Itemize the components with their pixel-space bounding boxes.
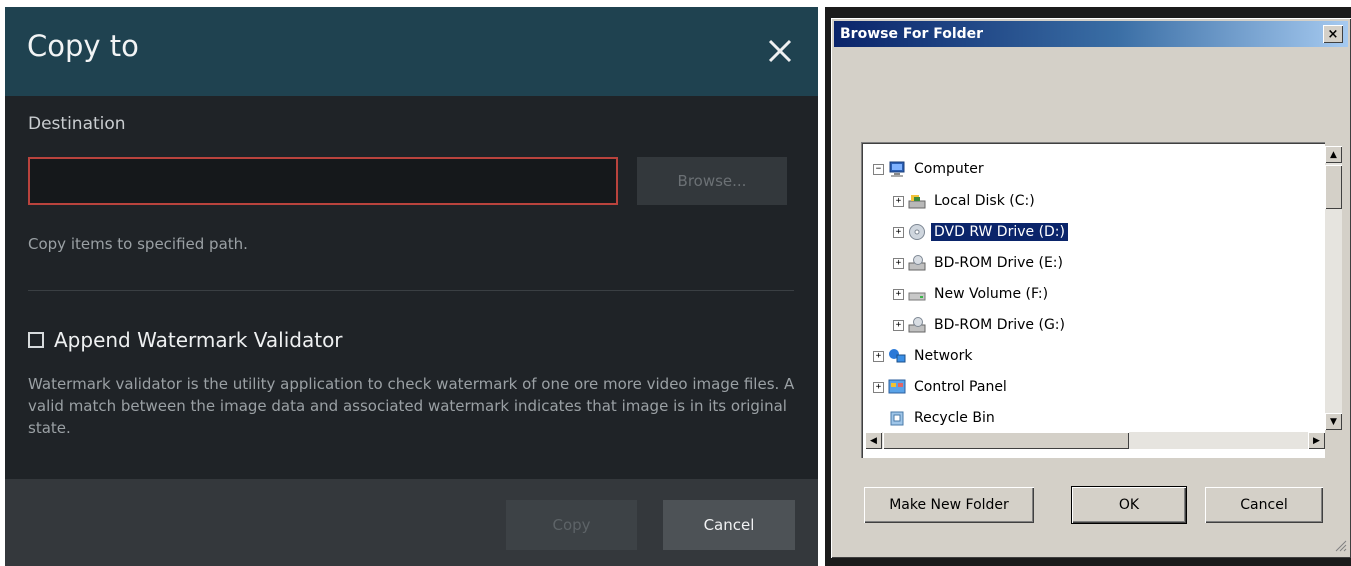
tree-item-label: DVD RW Drive (D:) — [931, 223, 1068, 241]
tree-item-bd-rom-drive-g[interactable]: + BD-ROM Drive (G:) — [893, 312, 1068, 338]
vertical-scrollbar[interactable]: ▲ ▼ — [1325, 146, 1342, 430]
resize-grip-icon[interactable] — [1333, 538, 1347, 552]
destination-label: Destination — [28, 114, 126, 134]
local-disk-icon — [908, 195, 926, 209]
dialog-footer: Copy Cancel — [5, 479, 818, 566]
ok-button[interactable]: OK — [1072, 487, 1186, 523]
tree-item-label: Local Disk (C:) — [934, 193, 1035, 209]
control-panel-icon — [888, 379, 906, 394]
dvd-drive-icon — [909, 224, 925, 240]
tree-item-recycle-bin[interactable]: Recycle Bin — [888, 405, 998, 431]
browse-for-folder-dialog: Browse For Folder × − Computer + Local D… — [831, 18, 1351, 558]
scroll-down-button[interactable]: ▼ — [1325, 413, 1342, 430]
browse-close-button[interactable]: × — [1323, 25, 1343, 43]
copy-button[interactable]: Copy — [506, 500, 637, 550]
collapse-toggle[interactable]: − — [873, 163, 884, 175]
watermark-checkbox[interactable] — [28, 332, 44, 348]
cancel-button[interactable]: Cancel — [663, 500, 795, 550]
tree-item-network[interactable]: + Network — [873, 343, 975, 369]
tree-item-control-panel[interactable]: + Control Panel — [873, 374, 1010, 400]
expand-toggle[interactable]: + — [893, 319, 904, 331]
dialog-title: Copy to — [27, 29, 139, 63]
bd-rom-drive-icon — [908, 317, 926, 333]
vertical-scroll-thumb[interactable] — [1325, 165, 1342, 209]
tree-item-label: BD-ROM Drive (E:) — [934, 255, 1063, 271]
expand-toggle[interactable]: + — [893, 288, 904, 300]
tree-item-bd-rom-drive-e[interactable]: + BD-ROM Drive (E:) — [893, 250, 1066, 276]
tree-item-local-disk-c[interactable]: + Local Disk (C:) — [893, 188, 1038, 214]
browse-dialog-title: Browse For Folder — [840, 26, 984, 42]
tree-item-label: Control Panel — [914, 379, 1007, 395]
tree-item-label: New Volume (F:) — [934, 286, 1049, 302]
scroll-right-button[interactable]: ▶ — [1308, 432, 1325, 449]
close-button[interactable] — [760, 31, 800, 71]
dialog-header: Copy to — [5, 7, 818, 96]
scrollbar-corner — [1325, 432, 1342, 449]
horizontal-scrollbar[interactable]: ◀ ▶ — [865, 432, 1325, 449]
watermark-label: Append Watermark Validator — [54, 328, 343, 352]
destination-help-text: Copy items to specified path. — [28, 235, 248, 253]
expand-toggle[interactable]: + — [873, 350, 884, 362]
volume-drive-icon — [908, 292, 926, 301]
divider — [28, 290, 794, 291]
watermark-description: Watermark validator is the utility appli… — [28, 375, 795, 437]
title-bar[interactable]: Browse For Folder × — [834, 21, 1348, 47]
tree-item-label: Computer — [914, 161, 984, 177]
scroll-up-button[interactable]: ▲ — [1325, 146, 1342, 163]
expand-toggle[interactable]: + — [873, 381, 884, 393]
expand-toggle[interactable]: + — [893, 195, 904, 207]
scroll-left-button[interactable]: ◀ — [865, 432, 882, 449]
tree-item-computer[interactable]: − Computer — [873, 156, 987, 182]
close-icon — [768, 39, 792, 63]
tree-item-dvd-rw-drive-d[interactable]: + DVD RW Drive (D:) — [893, 219, 1068, 245]
folder-tree[interactable]: − Computer + Local Disk (C:) + DVD RW Dr… — [861, 142, 1342, 458]
tree-item-label: BD-ROM Drive (G:) — [934, 317, 1065, 333]
browse-cancel-button[interactable]: Cancel — [1205, 487, 1323, 523]
tree-item-label: Recycle Bin — [914, 410, 995, 426]
tree-item-new-volume-f[interactable]: + New Volume (F:) — [893, 281, 1051, 307]
expand-toggle[interactable]: + — [893, 226, 904, 238]
copy-to-dialog: Copy to Destination Browse... Copy items… — [5, 7, 818, 566]
horizontal-scroll-thumb[interactable] — [883, 432, 1129, 449]
network-icon — [889, 349, 906, 363]
expand-toggle[interactable]: + — [893, 257, 904, 269]
computer-icon — [889, 161, 905, 177]
tree-item-label: Network — [914, 348, 973, 364]
browse-button[interactable]: Browse... — [637, 157, 787, 205]
make-new-folder-button[interactable]: Make New Folder — [864, 487, 1034, 523]
bd-rom-drive-icon — [908, 255, 926, 271]
destination-input[interactable] — [28, 157, 618, 205]
recycle-bin-icon — [890, 411, 904, 426]
watermark-option[interactable]: Append Watermark Validator — [28, 327, 343, 353]
